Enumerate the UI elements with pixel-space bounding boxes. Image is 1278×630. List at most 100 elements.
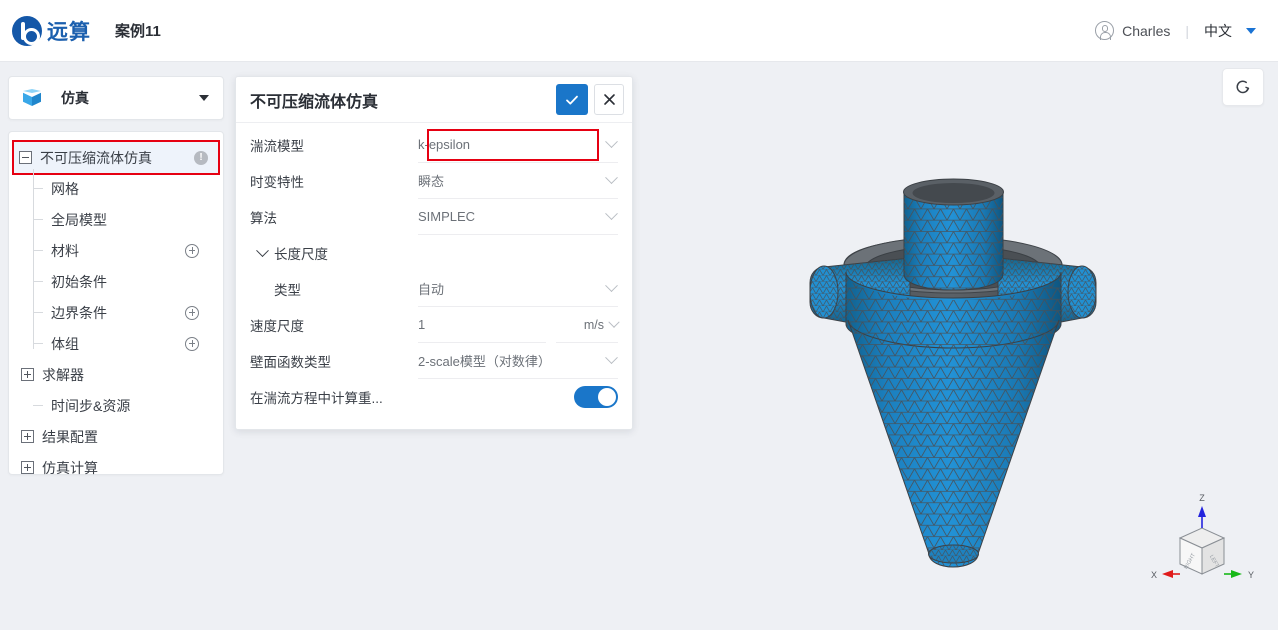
- tree-connector: [33, 312, 43, 313]
- collapse-minus-icon[interactable]: [19, 151, 32, 164]
- tree-item-label: 仿真计算: [42, 459, 98, 476]
- add-material-icon[interactable]: [185, 243, 199, 258]
- tree-item-boundary-conditions[interactable]: 边界条件: [33, 297, 223, 328]
- field-value: 2-scale模型（对数律）: [418, 354, 551, 369]
- user-name[interactable]: Charles: [1122, 23, 1170, 39]
- group-header: 长度尺度: [250, 243, 418, 263]
- expand-plus-icon[interactable]: [21, 430, 34, 443]
- unit-label: m/s: [583, 317, 604, 332]
- brand-logo[interactable]: 远算: [12, 15, 91, 46]
- chevron-down-icon: [605, 171, 618, 185]
- check-icon: [566, 95, 578, 104]
- sidebar-module-selector[interactable]: 仿真: [8, 76, 224, 120]
- field-wall-function-type: 壁面函数类型 2-scale模型（对数律）: [250, 343, 618, 379]
- tree-item-label: 初始条件: [51, 273, 107, 290]
- tree-item-label: 网格: [51, 180, 79, 197]
- field-algorithm: 算法 SIMPLEC: [250, 199, 618, 235]
- user-circle-icon: [1095, 21, 1115, 41]
- tree-item-root[interactable]: 不可压缩流体仿真 !: [12, 140, 220, 175]
- turbulence-model-select[interactable]: k-epsilon: [418, 127, 618, 163]
- field-value: 自动: [418, 282, 445, 297]
- project-title: 案例11: [115, 23, 161, 40]
- tree-item-volume-group[interactable]: 体组: [33, 328, 223, 359]
- language-label[interactable]: 中文: [1204, 21, 1232, 41]
- velocity-unit-select[interactable]: m/s: [556, 307, 620, 343]
- tree-item-label: 求解器: [42, 366, 84, 383]
- tree-item-result-config[interactable]: 结果配置: [21, 421, 223, 452]
- info-circle-icon[interactable]: !: [194, 150, 208, 165]
- simulation-tree-panel: 不可压缩流体仿真 ! 网格 全局模型 材料 初始条件 边界条件 体组 求解器 时…: [8, 131, 224, 476]
- field-label: 算法: [250, 211, 277, 226]
- gravity-toggle-cell: [418, 379, 618, 415]
- 3d-viewport[interactable]: RIGHT LEFT Z X Y: [648, 62, 1278, 630]
- tree-item-global-model[interactable]: 全局模型: [33, 204, 223, 235]
- chevron-down-icon: [605, 207, 618, 221]
- field-turbulence-model: 湍流模型 k-epsilon: [250, 127, 618, 163]
- tree-item-solver[interactable]: 求解器: [21, 359, 223, 390]
- close-button[interactable]: [594, 84, 624, 115]
- cyclone-cone: [847, 319, 1060, 568]
- tree-item-mesh[interactable]: 网格: [33, 173, 223, 204]
- chevron-down-icon[interactable]: [199, 95, 209, 101]
- add-volume-group-icon[interactable]: [185, 336, 199, 351]
- field-label: 速度尺度: [250, 319, 304, 334]
- app-header: 远算 案例11 Charles | 中文: [0, 0, 1278, 62]
- field-label: 类型: [274, 283, 301, 298]
- tree-item-initial-conditions[interactable]: 初始条件: [33, 266, 223, 297]
- header-right-group: Charles | 中文: [1095, 21, 1256, 41]
- axis-orientation-widget[interactable]: RIGHT LEFT Z X Y: [1150, 490, 1270, 590]
- tree-item-root-label: 不可压缩流体仿真: [40, 149, 152, 166]
- yuansuan-logo-icon: [12, 15, 42, 46]
- time-dependency-select[interactable]: 瞬态: [418, 163, 618, 199]
- expand-plus-icon[interactable]: [21, 461, 34, 474]
- chevron-down-icon[interactable]: [1246, 27, 1256, 34]
- tree-item-timestep-resources[interactable]: 时间步&资源: [33, 390, 223, 421]
- header-separator: |: [1185, 22, 1189, 39]
- tree-connector: [33, 343, 43, 344]
- sidebar-module-label: 仿真: [61, 90, 89, 106]
- tree-item-material[interactable]: 材料: [33, 235, 223, 266]
- tree-connector: [33, 281, 43, 282]
- expand-plus-icon[interactable]: [21, 368, 34, 381]
- group-label: 长度尺度: [274, 247, 328, 262]
- field-label: 壁面函数类型: [250, 355, 331, 370]
- wall-function-type-select[interactable]: 2-scale模型（对数律）: [418, 343, 618, 379]
- algorithm-select[interactable]: SIMPLEC: [418, 199, 618, 235]
- close-x-icon: [603, 94, 615, 105]
- dialog-title: 不可压缩流体仿真: [250, 93, 379, 111]
- tree-item-simulation-run[interactable]: 仿真计算: [21, 452, 223, 483]
- settings-dialog: 不可压缩流体仿真 湍流模型 k-epsilon 时变特性 瞬态 算法 SIMPL…: [235, 76, 633, 430]
- velocity-scale-input[interactable]: 1: [418, 307, 546, 343]
- tree-item-label: 时间步&资源: [51, 397, 131, 414]
- axis-y-label: Y: [1248, 570, 1254, 580]
- cube-icon: [23, 89, 41, 107]
- field-label: 时变特性: [250, 175, 304, 190]
- tree-item-label: 体组: [51, 335, 79, 352]
- tree-item-label: 材料: [51, 242, 79, 259]
- field-time-dependency: 时变特性 瞬态: [250, 163, 618, 199]
- chevron-down-icon[interactable]: [256, 243, 269, 257]
- add-boundary-condition-icon[interactable]: [185, 305, 199, 320]
- field-value: k-epsilon: [418, 137, 471, 152]
- confirm-button[interactable]: [556, 84, 588, 115]
- dialog-actions: [556, 84, 624, 115]
- tree-children: 网格 全局模型 材料 初始条件 边界条件 体组 求解器 时间步&资源 结果配置 …: [21, 169, 223, 483]
- tree-connector: [33, 188, 43, 189]
- field-value: 1: [418, 317, 426, 332]
- chevron-down-icon: [605, 135, 618, 149]
- dialog-body: 湍流模型 k-epsilon 时变特性 瞬态 算法 SIMPLEC 长度尺度 类…: [236, 123, 632, 429]
- field-gravity-in-turbulence: 在湍流方程中计算重...: [250, 379, 618, 415]
- chevron-down-icon: [608, 316, 620, 328]
- axis-z-label: Z: [1199, 493, 1205, 503]
- tree-item-label: 结果配置: [42, 428, 98, 445]
- field-label: 湍流模型: [250, 139, 304, 154]
- tree-item-label: 边界条件: [51, 304, 107, 321]
- axis-x-label: X: [1151, 570, 1157, 580]
- length-scale-type-select[interactable]: 自动: [418, 271, 618, 307]
- dialog-header: 不可压缩流体仿真: [236, 77, 632, 123]
- field-velocity-scale: 速度尺度 1 m/s: [250, 307, 620, 343]
- group-length-scale[interactable]: 长度尺度: [250, 235, 618, 271]
- tree-item-label: 全局模型: [51, 211, 107, 228]
- gravity-in-turbulence-toggle[interactable]: [574, 386, 618, 408]
